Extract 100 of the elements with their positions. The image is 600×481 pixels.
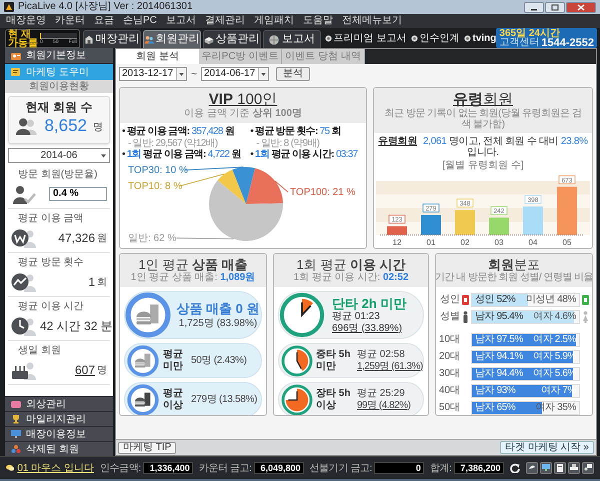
unit-label: 명 <box>97 364 107 377</box>
row-detail: 99명 (4.82%) <box>357 400 410 412</box>
menu-item[interactable]: 요금 <box>94 16 114 26</box>
nav-tab[interactable]: 상품관리 <box>202 30 261 48</box>
leader-line <box>176 238 234 240</box>
panel-subtitle: 1인 평균 상품 매출: 1,089원 <box>130 272 256 284</box>
chart-title: [월별 유령회원 수] <box>441 159 525 171</box>
bar <box>387 226 407 235</box>
row-title: 평균 미만 <box>163 348 184 372</box>
notice-link[interactable]: 01 마우스 입니다 <box>17 460 94 476</box>
dropdown-button[interactable] <box>258 68 268 80</box>
axis-label: 12 <box>392 238 402 247</box>
marketing-tip-button[interactable]: 마케팅 TIP <box>118 442 176 454</box>
row-title: 평균 이상 <box>163 388 184 412</box>
bar-label: 남자 97.5% <box>475 334 523 346</box>
unit-label: 명 <box>93 121 103 135</box>
menu-item[interactable]: 게임패치 <box>254 16 294 26</box>
data-label: TOP100: 21 % <box>290 187 356 198</box>
date-field[interactable]: 2014-06-17 <box>201 67 270 81</box>
sidebar-item[interactable]: 마일리지관리 <box>5 411 113 426</box>
nav-tab[interactable]: 매장관리 <box>82 30 141 48</box>
menu-item[interactable]: 전체메뉴보기 <box>342 16 402 26</box>
refresh-icon[interactable] <box>510 463 520 473</box>
people-icon <box>144 34 154 46</box>
clock-icon <box>281 344 313 376</box>
store-icon <box>84 34 94 46</box>
row-title: 상품 매출 0 원 <box>176 300 260 316</box>
chat-bubble-icon <box>6 463 14 473</box>
row-title: 장타 5h 이상 <box>316 388 352 412</box>
sub-tab[interactable]: 회원 분석 <box>116 49 199 64</box>
support-label: 고객센터 <box>499 38 540 48</box>
people-icon <box>15 116 38 136</box>
stat-label: 방문 회원(방문율) <box>17 169 98 181</box>
menu-item[interactable]: 카운터 <box>55 16 85 26</box>
close-button[interactable] <box>566 2 596 12</box>
toolbar-button[interactable] <box>554 462 566 474</box>
month-select[interactable]: 2014-06 <box>8 148 110 163</box>
bar <box>455 210 475 235</box>
stat-value: 1 <box>88 275 95 289</box>
date-field[interactable]: 2013-12-17 <box>119 67 188 81</box>
female-figure-icon <box>582 310 589 322</box>
row-label: 40대 <box>439 384 460 398</box>
toolbar-button[interactable] <box>582 462 594 474</box>
all-ages-badge-icon <box>582 294 589 306</box>
stat-line: 평균 방문 횟수: 75 회 <box>255 126 341 138</box>
header-link[interactable]: tving <box>464 30 496 46</box>
axis-label: 04 <box>528 238 538 247</box>
percent-field: 0.4 % <box>49 187 107 201</box>
coin-person-icon <box>11 228 37 248</box>
cake-person-icon <box>11 360 37 380</box>
close-icon <box>577 4 585 10</box>
header-link[interactable]: 프리미엄 보고서 <box>324 30 406 46</box>
panel-title: 회원분포 <box>488 257 540 272</box>
caret-icon <box>179 72 184 76</box>
sidebar-item[interactable]: 삭제된 회원 <box>5 441 113 456</box>
row-title: 단타 2h 미만 <box>332 296 406 310</box>
menu-item[interactable]: 결제관리 <box>204 16 245 26</box>
app-logo-icon <box>4 2 14 12</box>
adult-badge-icon <box>462 294 469 306</box>
sidebar-item[interactable]: 회원기본정보 <box>5 48 113 64</box>
maximize-button[interactable] <box>545 2 565 12</box>
wallet-icon <box>11 399 21 409</box>
food-icon <box>125 292 171 338</box>
menu-item[interactable]: 손님PC <box>123 16 157 26</box>
nav-tab[interactable]: 보고서 <box>262 30 321 48</box>
food-icon <box>127 344 159 376</box>
row-detail: 50명 (2.43%) <box>191 354 247 368</box>
dropdown-button[interactable] <box>176 68 186 80</box>
panel-subtitle: 최근 방문 기록이 없는 회원(당월 유령회원은 검색 불가함) <box>384 108 582 130</box>
birthday-link[interactable]: 607 <box>74 363 95 377</box>
menu-item[interactable]: 보고서 <box>166 16 196 26</box>
printer-icon <box>570 464 578 472</box>
bar-label: 남자 94.4% <box>475 368 523 380</box>
analyze-button[interactable]: 분석 <box>276 67 310 81</box>
minimize-button[interactable] <box>524 2 544 12</box>
stat-line: 1회 평균 이용 금액: 4,722 원 <box>126 149 241 161</box>
sidebar-item[interactable]: 매장이용정보 <box>5 426 113 441</box>
toolbar-button[interactable] <box>526 462 538 474</box>
stat-value: 42 시간 32 분 <box>40 319 113 333</box>
ghost-member-link[interactable]: 유령회원 <box>378 136 418 147</box>
toolbar-button[interactable] <box>568 462 580 474</box>
row-label: 20대 <box>439 350 460 364</box>
leader-line <box>274 180 288 192</box>
menu-item[interactable]: 도움말 <box>302 16 333 26</box>
start-marketing-button[interactable]: 타겟 마케팅 시작 » <box>500 441 594 454</box>
nav-tab[interactable]: 회원관리 <box>142 30 201 48</box>
gauge-label: 현 재 <box>8 30 31 38</box>
axis-label: 03 <box>494 238 504 247</box>
stat-note: - 일반: 8 (약9배) <box>255 138 320 149</box>
bullet: • <box>250 149 253 161</box>
clock-person-icon <box>11 316 37 336</box>
panel-subtitle: 1회 평균 이용 시간: 02:52 <box>293 272 409 284</box>
header-link[interactable]: 인수인계 <box>410 30 460 46</box>
panel-subtitle: 이용 금액 기준 상위 100명 <box>184 108 302 120</box>
toolbar-button[interactable] <box>540 462 552 474</box>
menu-item[interactable]: 매장운영 <box>6 16 46 26</box>
monitor-icon <box>11 429 21 439</box>
monitor-icon <box>542 464 550 472</box>
sidebar-item[interactable]: 외상관리 <box>5 396 113 411</box>
radio-dot-icon <box>464 34 470 42</box>
